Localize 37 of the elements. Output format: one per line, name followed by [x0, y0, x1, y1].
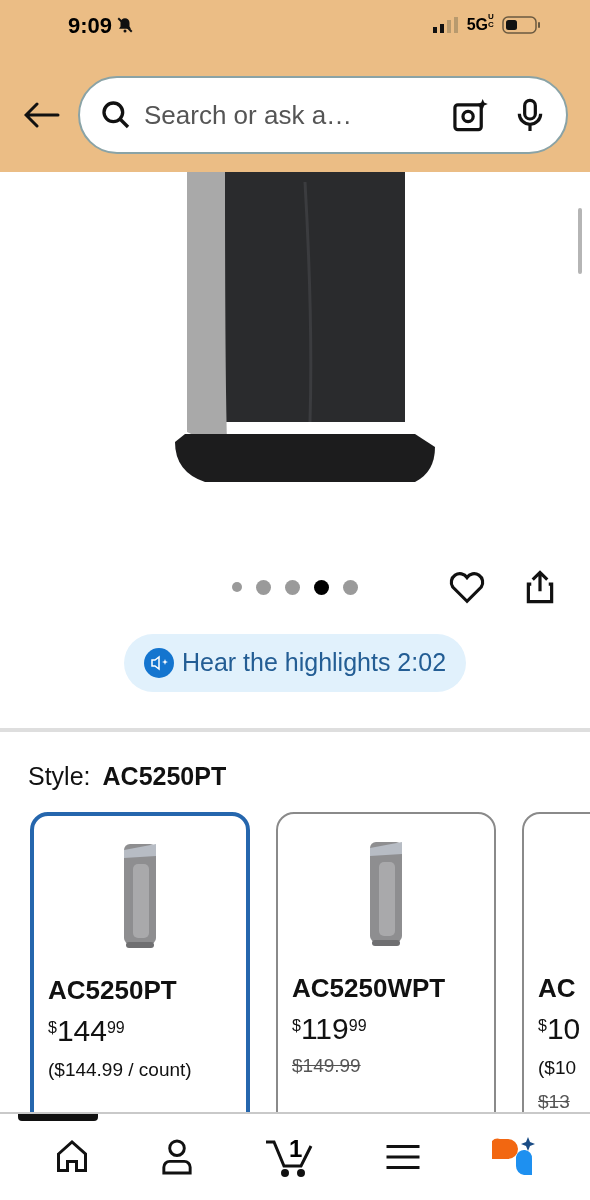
menu-icon[interactable] — [384, 1142, 421, 1172]
status-time: 9:09 — [68, 11, 113, 40]
price-whole: 10 — [546, 1011, 581, 1046]
price-currency: $ — [538, 1015, 547, 1034]
scroll-indicator — [578, 208, 582, 274]
price-currency: $ — [48, 1017, 57, 1036]
battery-icon — [502, 15, 542, 35]
cart-count: 1 — [289, 1134, 303, 1164]
price-currency: $ — [292, 1015, 301, 1034]
cart-button[interactable]: 1 — [264, 1137, 316, 1177]
list-price: $149.99 — [292, 1053, 362, 1078]
heart-icon[interactable] — [448, 569, 486, 605]
style-label: Style: — [28, 761, 91, 792]
unit-price: ($10 — [538, 1055, 578, 1080]
variant-name: AC — [538, 971, 577, 1005]
price-cents: 99 — [106, 1017, 125, 1036]
price-whole: 144 — [56, 1013, 107, 1048]
variant-name: AC5250PT — [48, 973, 178, 1007]
network-suffix: UC — [488, 13, 494, 29]
highlights-button[interactable]: Hear the highlights 2:02 — [123, 634, 467, 692]
bell-muted-icon — [116, 16, 135, 34]
variant-name: AC5250WPT — [292, 971, 447, 1005]
share-icon[interactable] — [524, 569, 556, 605]
search-bar[interactable]: Search or ask a… — [78, 76, 568, 154]
list-price: $13 — [538, 1090, 571, 1112]
style-value: AC5250PT — [102, 761, 227, 792]
price-whole: 119 — [300, 1011, 349, 1046]
camera-icon[interactable] — [452, 97, 490, 133]
back-arrow-icon — [24, 102, 60, 128]
speaker-sparkle-icon — [143, 648, 174, 678]
network-label: 5G — [466, 16, 488, 35]
assistant-icon[interactable] — [489, 1137, 536, 1177]
search-icon — [100, 99, 132, 131]
price-cents: 99 — [348, 1015, 367, 1034]
signal-icon — [432, 17, 459, 33]
search-field[interactable]: Search or ask a… — [144, 95, 440, 135]
unit-price: ($144.99 / count) — [48, 1057, 193, 1082]
